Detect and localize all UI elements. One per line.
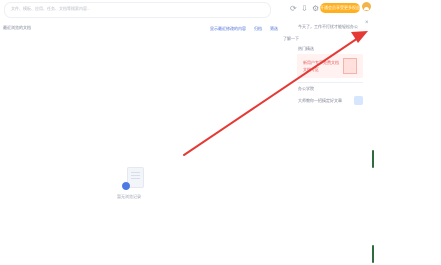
arrow-line bbox=[183, 35, 362, 156]
annotation-arrow bbox=[183, 31, 368, 156]
